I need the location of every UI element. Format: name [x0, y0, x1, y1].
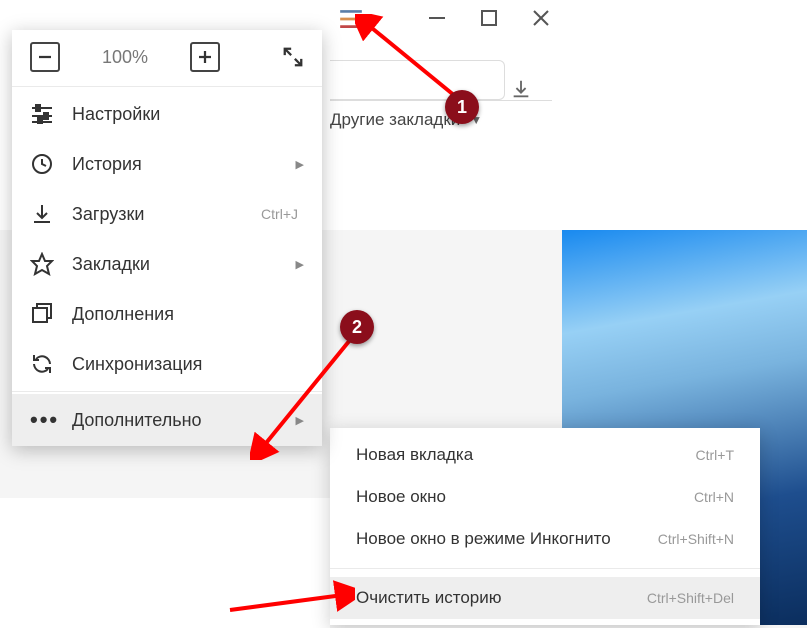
minimize-button[interactable] [425, 6, 449, 30]
star-icon [30, 252, 54, 276]
annotation-badge-1: 1 [445, 90, 479, 124]
incognito-shortcut: Ctrl+Shift+N [658, 531, 734, 547]
more-label: Дополнительно [72, 410, 304, 431]
submenu-item-incognito[interactable]: Новое окно в режиме Инкогнито Ctrl+Shift… [330, 518, 760, 560]
more-icon: ••• [30, 407, 54, 433]
zoom-out-button[interactable] [30, 42, 60, 72]
new-window-shortcut: Ctrl+N [694, 489, 734, 505]
submenu-item-new-tab[interactable]: Новая вкладка Ctrl+T [330, 434, 760, 476]
main-menu-panel: 100% Настройки История ▶ Загрузки Ctrl+J… [12, 30, 322, 446]
new-tab-label: Новая вкладка [356, 445, 473, 465]
clock-icon [30, 152, 54, 176]
sliders-icon [30, 102, 54, 126]
sync-label: Синхронизация [72, 354, 304, 375]
menu-item-settings[interactable]: Настройки [12, 89, 322, 139]
submenu-separator [330, 568, 760, 569]
submenu-panel: Новая вкладка Ctrl+T Новое окно Ctrl+N Н… [330, 428, 760, 625]
menu-separator [12, 391, 322, 392]
chevron-right-icon: ▶ [296, 158, 304, 171]
clear-history-label: Очистить историю [356, 588, 501, 608]
menu-item-downloads[interactable]: Загрузки Ctrl+J [12, 189, 322, 239]
chevron-right-icon: ▶ [296, 258, 304, 271]
clear-history-shortcut: Ctrl+Shift+Del [647, 590, 734, 606]
fullscreen-button[interactable] [282, 46, 304, 68]
new-window-label: Новое окно [356, 487, 446, 507]
toolbar-divider [330, 100, 552, 101]
annotation-badge-2: 2 [340, 310, 374, 344]
chevron-right-icon: ▶ [296, 414, 304, 427]
zoom-controls: 100% [12, 30, 322, 84]
zoom-in-button[interactable] [190, 42, 220, 72]
menu-item-bookmarks[interactable]: Закладки ▶ [12, 239, 322, 289]
other-bookmarks-label: Другие закладки [330, 110, 460, 130]
sync-icon [30, 352, 54, 376]
downloads-label: Загрузки [72, 204, 243, 225]
history-label: История [72, 154, 304, 175]
menu-separator [12, 86, 322, 87]
downloads-shortcut: Ctrl+J [261, 206, 298, 222]
hamburger-menu-icon[interactable] [338, 8, 364, 30]
download-icon [30, 202, 54, 226]
address-bar-edge [330, 60, 505, 100]
submenu-item-new-window[interactable]: Новое окно Ctrl+N [330, 476, 760, 518]
menu-item-history[interactable]: История ▶ [12, 139, 322, 189]
new-tab-shortcut: Ctrl+T [696, 447, 735, 463]
zoom-level-value: 100% [92, 47, 158, 68]
layers-icon [30, 302, 54, 326]
menu-item-addons[interactable]: Дополнения [12, 289, 322, 339]
bookmarks-label: Закладки [72, 254, 304, 275]
page-content-area [0, 498, 330, 628]
incognito-label: Новое окно в режиме Инкогнито [356, 529, 611, 549]
settings-label: Настройки [72, 104, 304, 125]
submenu-item-clear-history[interactable]: Очистить историю Ctrl+Shift+Del [330, 577, 760, 619]
close-button[interactable] [529, 6, 553, 30]
window-controls [425, 6, 553, 30]
menu-item-sync[interactable]: Синхронизация [12, 339, 322, 389]
addons-label: Дополнения [72, 304, 304, 325]
menu-item-more[interactable]: ••• Дополнительно ▶ [12, 394, 322, 446]
maximize-button[interactable] [477, 6, 501, 30]
